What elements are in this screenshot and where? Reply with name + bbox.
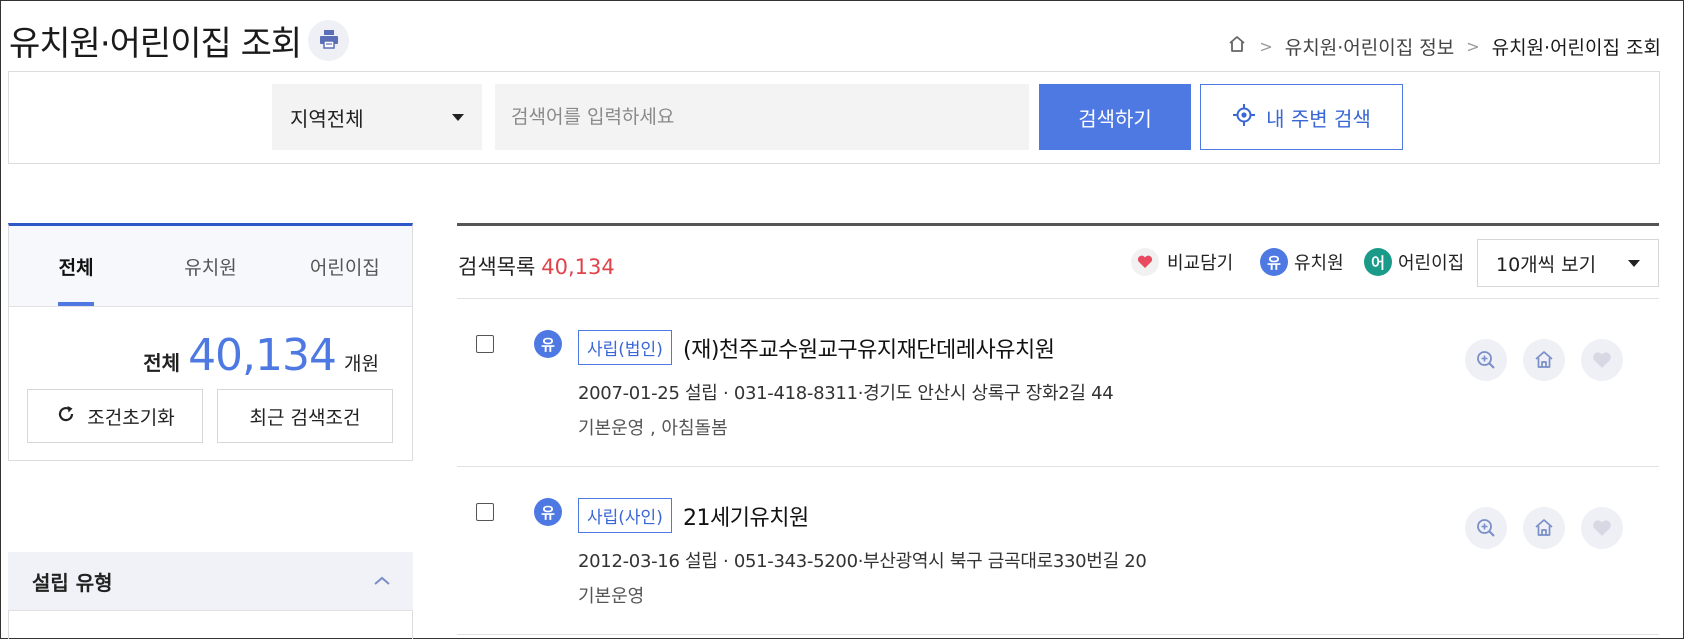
heart-icon[interactable] xyxy=(1581,339,1623,381)
results-header: 검색목록 40,134 비교담기 유 유치원 어 어린이집 10개씩 보기 xyxy=(457,226,1659,299)
facility-info: 2007-01-25 설립 · 031-418-8311·경기도 안산시 상록구… xyxy=(578,383,1114,404)
recent-conditions-button[interactable]: 최근 검색조건 xyxy=(217,389,393,443)
total-value: 40,134 xyxy=(188,330,337,381)
legend-compare: 비교담기 xyxy=(1131,248,1233,276)
reset-conditions-button[interactable]: 조건초기화 xyxy=(27,389,203,443)
compare-checkbox[interactable] xyxy=(476,335,494,353)
home-icon[interactable] xyxy=(1227,34,1247,59)
filter-section-header[interactable]: 설립 유형 xyxy=(8,552,413,611)
legend-daycare-label: 어린이집 xyxy=(1398,253,1465,274)
legend-compare-label: 비교담기 xyxy=(1167,253,1234,274)
breadcrumb-item[interactable]: 유치원·어린이집 정보 xyxy=(1285,33,1454,60)
result-count-label: 검색목록 xyxy=(458,255,536,279)
kindergarten-badge-icon: 유 xyxy=(534,498,562,526)
caret-down-icon xyxy=(1628,259,1640,267)
heart-icon xyxy=(1131,248,1159,276)
filter-section-body xyxy=(8,611,413,639)
tab-all[interactable]: 전체 xyxy=(9,226,143,306)
filter-summary-panel: 전체 유치원 어린이집 전체 40,134 개원 조건초기화 최근 검색조건 xyxy=(8,223,413,461)
tab-daycare[interactable]: 어린이집 xyxy=(278,226,412,306)
result-item: 유 사립(법인) (재)천주교수원교구유지재단데레사유치원 2007-01-25… xyxy=(457,299,1659,467)
search-box: 지역전체 검색하기 내 주변 검색 xyxy=(8,71,1660,164)
chevron-right-icon: > xyxy=(1466,37,1480,56)
facility-services: 기본운영 xyxy=(578,586,645,607)
refresh-icon xyxy=(55,403,77,430)
print-button[interactable] xyxy=(308,20,349,61)
page-size-label: 10개씩 보기 xyxy=(1496,253,1597,276)
daycare-badge-icon: 어 xyxy=(1364,248,1392,276)
result-item: 유 사립(사인) 21세기유치원 2012-03-16 설립 · 051-343… xyxy=(457,467,1659,635)
facility-services: 기본운영 , 아침돌봄 xyxy=(578,418,728,439)
item-actions xyxy=(1465,339,1623,381)
caret-down-icon xyxy=(452,113,464,121)
total-count: 전체 40,134 개원 xyxy=(143,330,379,381)
home-icon[interactable] xyxy=(1523,507,1565,549)
total-unit: 개원 xyxy=(344,353,379,375)
nearby-search-label: 내 주변 검색 xyxy=(1266,106,1371,131)
result-count: 검색목록 40,134 xyxy=(458,251,615,281)
compare-checkbox[interactable] xyxy=(476,503,494,521)
legend-kindergarten: 유 유치원 xyxy=(1260,248,1344,276)
type-tabs: 전체 유치원 어린이집 xyxy=(9,226,412,307)
chevron-up-icon[interactable] xyxy=(373,572,391,591)
legend-daycare: 어 어린이집 xyxy=(1364,248,1464,276)
breadcrumb: > 유치원·어린이집 정보 > 유치원·어린이집 조회 xyxy=(1227,33,1661,60)
filter-section-title: 설립 유형 xyxy=(32,570,113,595)
legend-kindergarten-label: 유치원 xyxy=(1294,253,1344,274)
search-input[interactable] xyxy=(495,84,1029,150)
zoom-in-icon[interactable] xyxy=(1465,507,1507,549)
establishment-type-tag: 사립(법인) xyxy=(578,330,672,365)
result-count-value: 40,134 xyxy=(541,255,615,279)
breadcrumb-current[interactable]: 유치원·어린이집 조회 xyxy=(1492,33,1661,60)
region-select-label: 지역전체 xyxy=(290,106,364,131)
establishment-type-tag: 사립(사인) xyxy=(578,498,672,533)
printer-icon xyxy=(318,28,340,54)
kindergarten-badge-icon: 유 xyxy=(1260,248,1288,276)
nearby-search-button[interactable]: 내 주변 검색 xyxy=(1200,84,1403,150)
chevron-right-icon: > xyxy=(1259,37,1273,56)
tab-kindergarten[interactable]: 유치원 xyxy=(143,226,277,306)
total-label: 전체 xyxy=(143,351,181,375)
page-size-select[interactable]: 10개씩 보기 xyxy=(1477,239,1659,287)
facility-name-link[interactable]: (재)천주교수원교구유지재단데레사유치원 xyxy=(683,332,1055,364)
facility-name-link[interactable]: 21세기유치원 xyxy=(683,500,809,532)
kindergarten-badge-icon: 유 xyxy=(534,330,562,358)
heart-icon[interactable] xyxy=(1581,507,1623,549)
reset-conditions-label: 조건초기화 xyxy=(87,406,175,429)
zoom-in-icon[interactable] xyxy=(1465,339,1507,381)
home-icon[interactable] xyxy=(1523,339,1565,381)
facility-info: 2012-03-16 설립 · 051-343-5200·부산광역시 북구 금곡… xyxy=(578,551,1147,572)
search-button[interactable]: 검색하기 xyxy=(1039,84,1191,150)
item-actions xyxy=(1465,507,1623,549)
page-title: 유치원·어린이집 조회 xyxy=(9,24,302,64)
region-select[interactable]: 지역전체 xyxy=(272,84,482,150)
location-target-icon xyxy=(1232,103,1256,132)
